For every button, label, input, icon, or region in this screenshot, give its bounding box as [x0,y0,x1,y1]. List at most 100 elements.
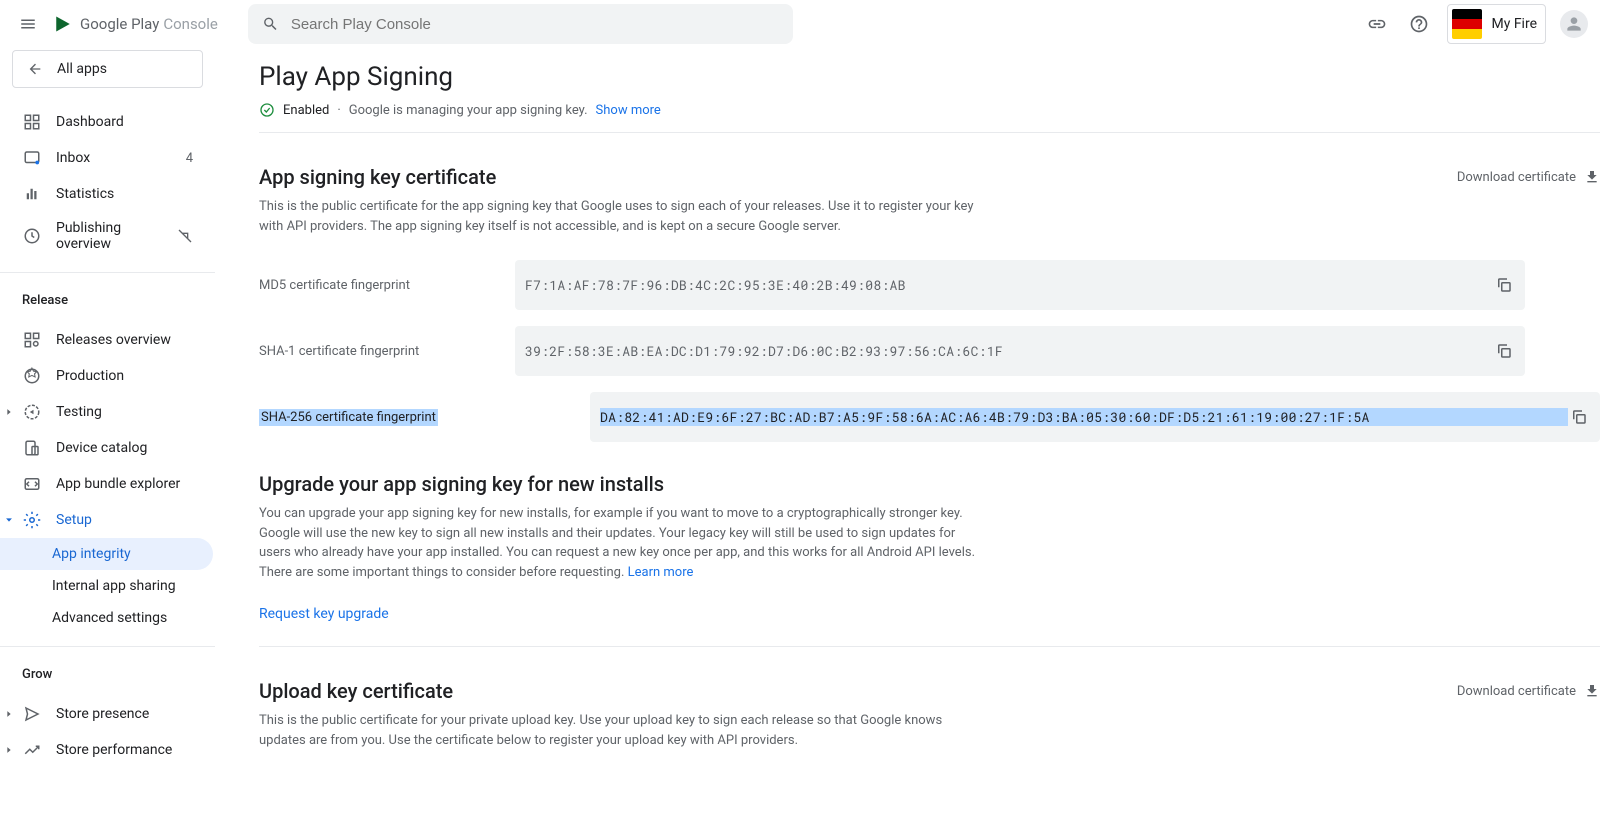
publishing-icon [23,227,41,245]
app-name: My Fire [1492,16,1538,32]
bundle-icon [23,475,41,493]
fingerprint-sha256-row: SHA-256 certificate fingerprint DA:82:41… [259,392,1600,442]
nav-label: App bundle explorer [56,476,213,492]
nav-label: Internal app sharing [52,578,213,594]
nav-label: Dashboard [56,114,213,130]
sidebar-item-production[interactable]: Production [0,358,213,394]
sidebar-item-testing[interactable]: Testing [0,394,213,430]
search-icon [262,15,279,33]
upgrade-title: Upgrade your app signing key for new ins… [259,472,1600,496]
download-label: Download certificate [1457,170,1576,185]
releases-icon [23,331,41,349]
copy-icon [1570,408,1588,426]
fp-value: F7:1A:AF:78:7F:96:DB:4C:2C:95:3E:40:2B:4… [525,276,1493,294]
learn-more-link[interactable]: Learn more [628,565,694,580]
signing-cert-desc: This is the public certificate for the a… [259,197,989,236]
all-apps-label: All apps [57,61,107,77]
check-circle-icon [259,102,275,118]
store-icon [23,705,41,723]
nav-label: Publishing overview [56,220,163,252]
copy-button[interactable] [1493,274,1515,296]
link-icon [1367,14,1387,34]
logo-text-2: Console [163,15,218,33]
fp-value: DA:82:41:AD:E9:6F:27:BC:AD:B7:A5:9F:58:6… [600,408,1568,426]
request-upgrade-link[interactable]: Request key upgrade [259,606,1600,622]
fingerprint-md5-row: MD5 certificate fingerprint F7:1A:AF:78:… [259,260,1600,310]
help-icon [1409,14,1429,34]
sidebar-item-device-catalog[interactable]: Device catalog [0,430,213,466]
nav-label: Production [56,368,213,384]
help-button[interactable] [1405,10,1433,38]
divider [0,646,215,647]
sidebar-item-releases-overview[interactable]: Releases overview [0,322,213,358]
managed-publishing-off-icon [177,228,193,244]
production-icon [23,367,41,385]
device-icon [23,439,41,457]
copy-button[interactable] [1568,406,1590,428]
sidebar-item-store-presence[interactable]: Store presence [0,696,213,732]
upload-cert-desc: This is the public certificate for your … [259,711,989,750]
download-upload-cert[interactable]: Download certificate [1457,683,1600,699]
separator: · [337,103,340,118]
nav-label: Store performance [56,742,213,758]
profile-button[interactable] [1560,10,1588,38]
logo-text-1: Google Play [80,15,159,33]
account-switcher[interactable]: My Fire [1447,4,1547,44]
sidebar-item-setup[interactable]: Setup [0,502,213,538]
hamburger-menu[interactable] [12,8,44,40]
upload-cert-title: Upload key certificate [259,679,989,703]
nav-label: Advanced settings [52,610,213,626]
sidebar-item-publishing[interactable]: Publishing overview [0,212,213,260]
download-signing-cert[interactable]: Download certificate [1457,169,1600,185]
logo[interactable]: Google Play Console [54,15,218,33]
sidebar-item-store-performance[interactable]: Store performance [0,732,213,768]
search-box[interactable] [248,4,793,44]
sidebar-item-internal-sharing[interactable]: Internal app sharing [0,570,213,602]
chevron-right-icon [4,709,14,719]
profile-icon [1564,14,1584,34]
copy-icon [1495,276,1513,294]
nav-label: Device catalog [56,440,213,456]
divider [0,272,215,273]
menu-icon [19,15,37,33]
dashboard-icon [23,113,41,131]
sidebar-item-dashboard[interactable]: Dashboard [0,104,213,140]
nav-label: App integrity [52,546,213,562]
sidebar-item-inbox[interactable]: Inbox 4 [0,140,213,176]
main-content: Play App Signing Enabled · Google is man… [215,48,1600,814]
nav-label: Inbox [56,150,172,166]
nav-label: Setup [56,512,213,528]
show-more-link[interactable]: Show more [596,103,661,118]
search-input[interactable] [291,16,779,33]
statistics-icon [23,185,41,203]
play-console-logo-icon [54,15,72,33]
chevron-down-icon [4,515,14,525]
fp-label: MD5 certificate fingerprint [259,278,515,293]
nav-label: Store presence [56,706,213,722]
gear-icon [23,511,41,529]
fp-value: 39:2F:58:3E:AB:EA:DC:D1:79:92:D7:D6:0C:B… [525,342,1493,360]
link-icon-button[interactable] [1363,10,1391,38]
nav-label: Testing [56,404,213,420]
sidebar-item-app-integrity[interactable]: App integrity [0,538,213,570]
sidebar-item-statistics[interactable]: Statistics [0,176,213,212]
all-apps-button[interactable]: All apps [12,50,203,88]
inbox-icon [23,149,41,167]
chevron-right-icon [4,745,14,755]
nav-label: Releases overview [56,332,213,348]
sidebar: All apps Dashboard Inbox 4 Statistics Pu… [0,48,215,814]
inbox-badge: 4 [186,151,193,166]
fp-label: SHA-256 certificate fingerprint [259,409,438,426]
sidebar-item-advanced-settings[interactable]: Advanced settings [0,602,213,634]
download-label: Download certificate [1457,684,1576,699]
upgrade-desc: You can upgrade your app signing key for… [259,504,989,582]
download-icon [1584,683,1600,699]
status-desc: Google is managing your app signing key. [349,103,588,118]
performance-icon [23,741,41,759]
testing-icon [23,403,41,421]
status-enabled: Enabled [283,103,329,118]
arrow-left-icon [27,61,43,77]
fp-label: SHA-1 certificate fingerprint [259,344,515,359]
copy-button[interactable] [1493,340,1515,362]
sidebar-item-bundle-explorer[interactable]: App bundle explorer [0,466,213,502]
